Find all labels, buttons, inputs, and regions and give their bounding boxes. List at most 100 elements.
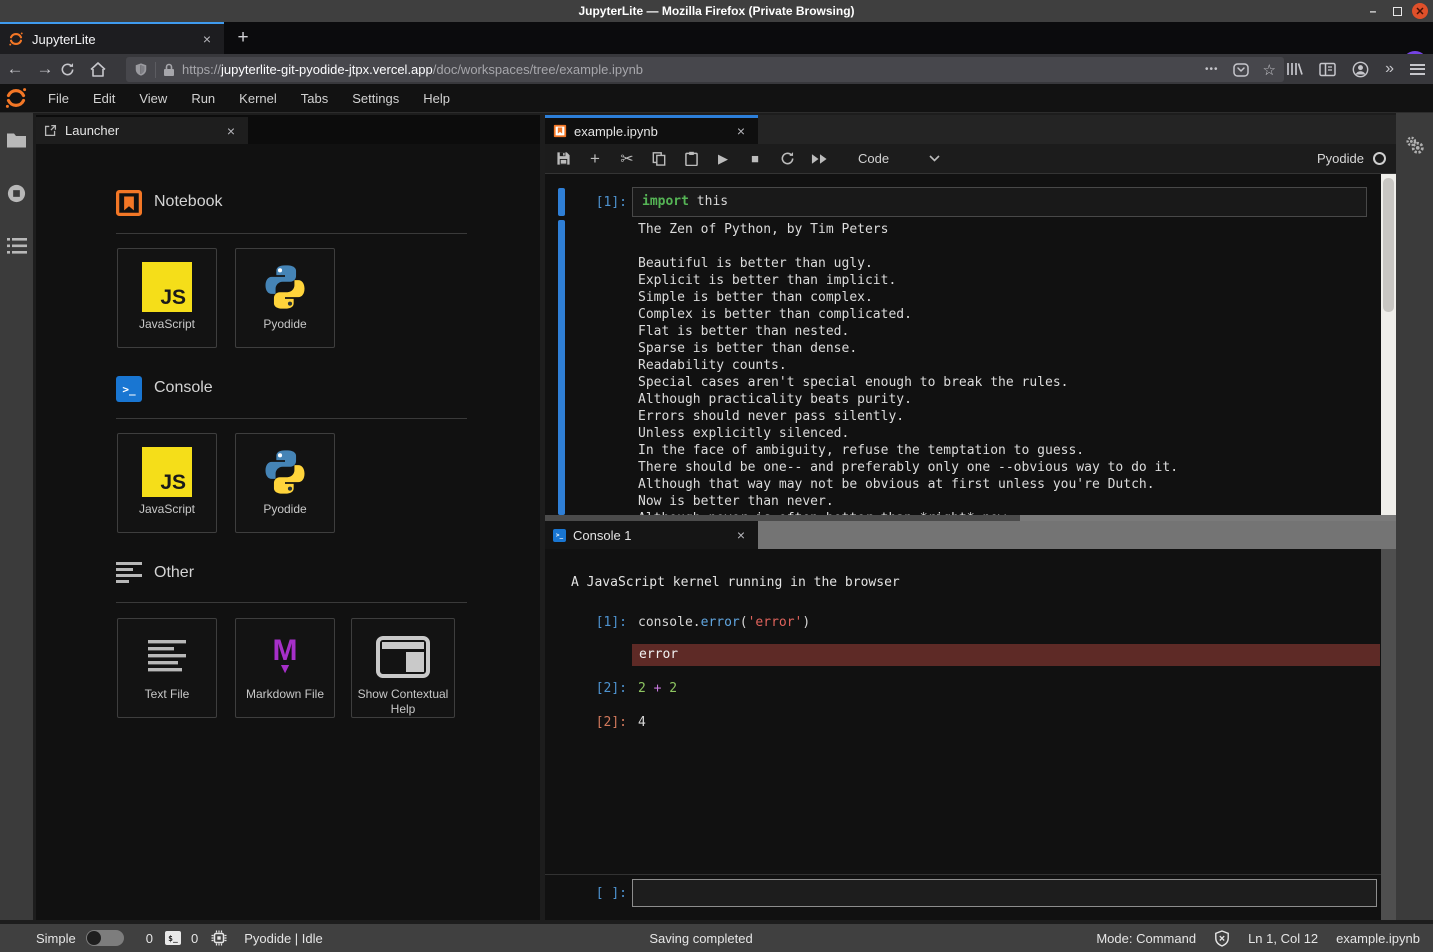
console-input-box[interactable] [632,879,1377,907]
right-sidebar [1396,113,1433,920]
kernel-indicator[interactable]: Pyodide [1317,151,1396,166]
launcher-card-text-file[interactable]: Text File [117,618,217,718]
card-label: Markdown File [243,687,327,702]
menu-settings[interactable]: Settings [340,91,411,106]
menu-view[interactable]: View [127,91,179,106]
kernel-sessions-count[interactable]: 0 [191,931,198,946]
launcher-card-contextual-help[interactable]: Show Contextual Help [351,618,455,718]
launcher-card-notebook-pyodide[interactable]: Pyodide [235,248,335,348]
table-of-contents-icon[interactable] [6,237,28,255]
section-divider [116,418,467,419]
launcher-tab-label: Launcher [65,123,222,138]
notebook-content[interactable]: [1]: import this The Zen of Python, by T… [545,174,1381,515]
token-paren: ( [740,615,748,630]
minimize-button[interactable]: – [1365,3,1381,19]
maximize-icon [1393,7,1402,16]
launcher-card-notebook-javascript[interactable]: JS JavaScript [117,248,217,348]
console-scrollbar-track[interactable] [1381,549,1396,920]
notebook-vertical-scrollbar[interactable] [1381,174,1396,515]
file-browser-icon[interactable] [6,132,27,149]
sidebars-icon[interactable] [1319,62,1336,77]
kernel-chip-icon[interactable] [211,930,227,946]
launcher-tab[interactable]: Launcher × [36,117,248,144]
launcher-card-console-javascript[interactable]: JS JavaScript [117,433,217,533]
notebook-tabbar: example.ipynb × [545,115,1396,144]
browser-tab[interactable]: JupyterLite × [0,22,224,54]
console-tab-close-icon[interactable]: × [732,527,750,543]
account-icon[interactable] [1352,61,1369,78]
maximize-button[interactable] [1389,3,1405,19]
notebook-tab-close-icon[interactable]: × [732,123,750,139]
menu-file[interactable]: File [36,91,81,106]
stop-kernel-button[interactable]: ■ [746,151,764,167]
save-button[interactable] [554,151,572,167]
home-button[interactable] [90,62,120,77]
forward-button[interactable]: → [30,59,60,79]
console-tab[interactable]: >_ Console 1 × [545,521,758,549]
menu-edit[interactable]: Edit [81,91,127,106]
chevron-down-icon[interactable] [929,155,940,162]
cell-type-select[interactable]: Code [858,151,889,166]
menu-hamburger-icon[interactable] [1410,61,1425,77]
launcher-card-console-pyodide[interactable]: Pyodide [235,433,335,533]
notebook-section-title: Notebook [154,193,223,211]
page-actions-icon[interactable]: ••• [1205,64,1219,75]
menu-run[interactable]: Run [179,91,227,106]
simple-mode-toggle[interactable] [86,930,124,946]
cell-input-collapser[interactable] [558,188,565,216]
property-inspector-gears-icon[interactable] [1404,135,1426,157]
navbar-right-buttons: » [1285,54,1425,84]
browser-tab-close-icon[interactable]: × [198,31,216,47]
cell-output-collapser[interactable] [558,220,565,515]
notebook-mode[interactable]: Mode: Command [1096,931,1196,946]
console-section-title: Console [154,379,213,397]
text-file-icon [148,627,186,687]
notebook-tab[interactable]: example.ipynb × [545,115,758,144]
new-tab-button[interactable]: + [230,26,256,50]
contextual-help-icon [376,627,430,687]
launcher-card-markdown-file[interactable]: M▼ Markdown File [235,618,335,718]
console-code-line-2: 2 + 2 [638,681,677,696]
lock-icon[interactable] [163,63,175,77]
close-window-button[interactable]: ✕ [1412,3,1428,19]
trust-shield-icon[interactable] [1214,930,1230,947]
add-cell-button[interactable]: + [586,151,604,167]
running-kernels-icon[interactable] [6,183,27,204]
active-filename[interactable]: example.ipynb [1336,931,1420,946]
cursor-position[interactable]: Ln 1, Col 12 [1248,931,1318,946]
launcher-tab-close-icon[interactable]: × [222,123,240,139]
card-label: Show Contextual Help [352,687,454,717]
restart-kernel-button[interactable] [778,151,796,167]
code-keyword: import [642,194,689,209]
copy-cells-button[interactable] [650,151,668,167]
console-code-line-1: console.error('error') [638,615,810,630]
console-code-input[interactable] [633,880,1376,906]
overflow-chevrons-icon[interactable]: » [1385,60,1394,78]
pocket-icon[interactable] [1233,63,1249,77]
menu-help[interactable]: Help [411,91,462,106]
toggle-knob [87,931,101,945]
library-icon[interactable] [1285,61,1303,77]
url-protocol: https:// [182,62,221,77]
cell-code-editor[interactable]: import this [632,187,1367,217]
console-tab-label: Console 1 [573,528,732,543]
tracking-shield-icon[interactable] [134,62,148,77]
console-panel[interactable]: A JavaScript kernel running in the brows… [545,549,1396,920]
run-cell-button[interactable]: ▶ [714,151,732,167]
bookmark-star-icon[interactable]: ☆ [1263,61,1276,79]
url-bar[interactable]: https://jupyterlite-git-pyodide-jtpx.ver… [126,57,1284,82]
scrollbar-thumb[interactable] [1383,178,1394,312]
javascript-logo: JS [142,442,192,502]
menu-tabs[interactable]: Tabs [289,91,340,106]
python-logo [259,442,311,502]
paste-cells-button[interactable] [682,151,700,167]
terminals-count[interactable]: 0 [146,931,153,946]
back-button[interactable]: ← [0,59,30,79]
reload-button[interactable] [60,62,90,77]
menu-kernel[interactable]: Kernel [227,91,289,106]
console-input-divider [545,874,1381,875]
kernel-status-text[interactable]: Pyodide | Idle [244,931,323,946]
restart-run-all-button[interactable] [810,151,828,167]
cut-cells-button[interactable]: ✂ [618,151,636,167]
card-label: Pyodide [260,502,309,517]
